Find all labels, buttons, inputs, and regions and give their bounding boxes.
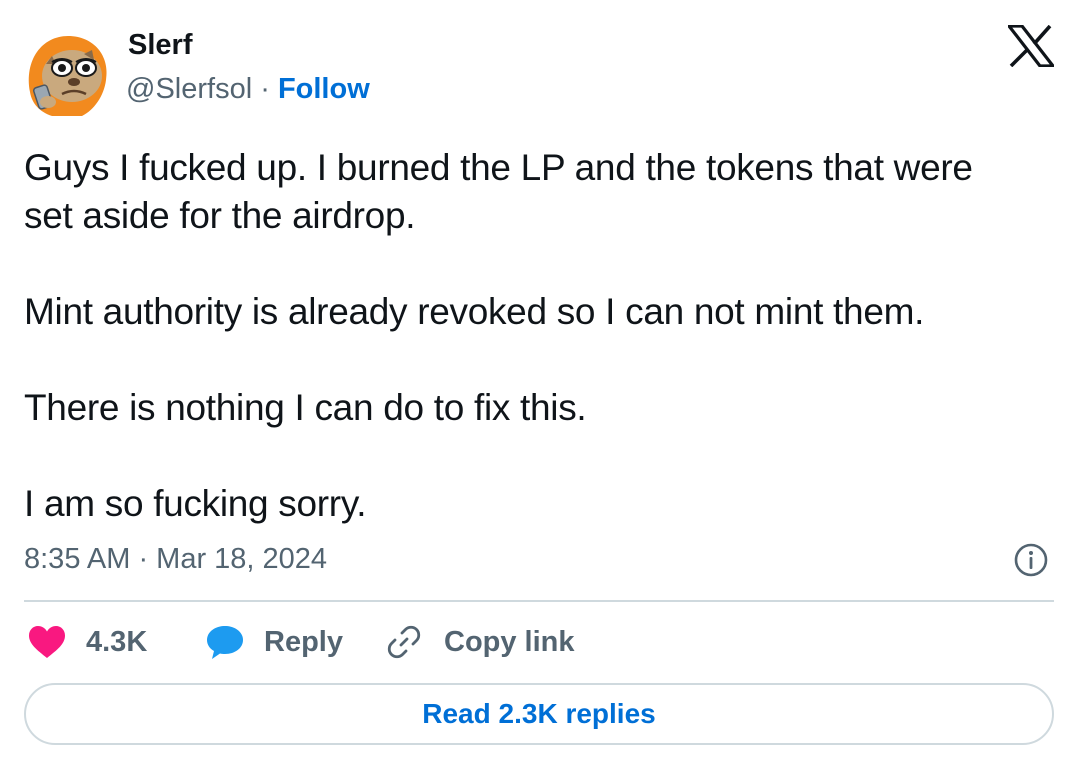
info-icon[interactable] xyxy=(1013,542,1049,578)
x-logo-icon[interactable] xyxy=(1008,25,1054,67)
author-handle[interactable]: @Slerfsol xyxy=(126,73,252,105)
link-icon xyxy=(387,625,421,659)
author-handle-row: @Slerfsol · Follow xyxy=(126,73,370,106)
like-button[interactable]: 4.3K xyxy=(28,620,147,664)
separator: · xyxy=(260,73,270,105)
heart-icon xyxy=(29,626,65,658)
tweet-line: I am so fucking sorry. xyxy=(24,483,367,524)
tweet-paragraph: Guys I fucked up. I burned the LP and th… xyxy=(24,144,1054,240)
tweet-paragraph: I am so fucking sorry. xyxy=(24,480,1054,528)
tweet-line: set aside for the airdrop. xyxy=(24,195,416,236)
like-count: 4.3K xyxy=(86,625,148,658)
author-name[interactable]: Slerf xyxy=(128,29,192,62)
follow-button[interactable]: Follow xyxy=(278,73,370,105)
avatar[interactable] xyxy=(22,30,112,120)
tweet-timestamp[interactable]: 8:35 AM · Mar 18, 2024 xyxy=(24,543,327,576)
tweet-line: Mint authority is already revoked so I c… xyxy=(24,291,925,332)
tweet-text: Guys I fucked up. I burned the LP and th… xyxy=(24,144,1054,528)
copy-link-button[interactable]: Copy link xyxy=(386,620,575,664)
divider xyxy=(24,600,1054,602)
tweet-paragraph: Mint authority is already revoked so I c… xyxy=(24,288,1054,336)
copy-link-label: Copy link xyxy=(444,625,575,658)
speech-bubble-icon xyxy=(207,626,243,659)
read-replies-button[interactable]: Read 2.3K replies xyxy=(24,683,1054,745)
tweet-line: Guys I fucked up. I burned the LP and th… xyxy=(24,147,973,188)
tweet-card: Slerf @Slerfsol · Follow Guys I fucked u… xyxy=(0,0,1074,766)
tweet-line: There is nothing I can do to fix this. xyxy=(24,387,587,428)
reply-label: Reply xyxy=(264,625,343,658)
tweet-paragraph: There is nothing I can do to fix this. xyxy=(24,384,1054,432)
reply-button[interactable]: Reply xyxy=(206,620,343,664)
